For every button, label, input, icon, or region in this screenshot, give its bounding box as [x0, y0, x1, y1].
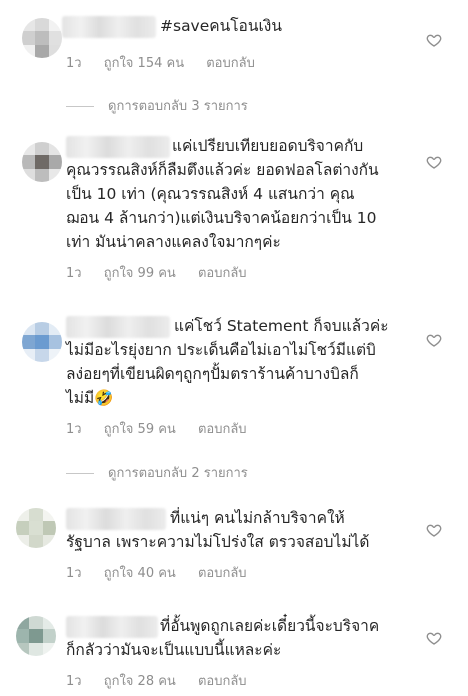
heart-icon[interactable] [426, 32, 442, 48]
comment-time: 1ว [66, 422, 82, 437]
avatar[interactable] [22, 142, 62, 182]
comment-1: #saveคนโอนเงิน 1ว ถูกใจ 154 คน ตอบกลับ [0, 0, 468, 80]
comment-text: ที่แน่ๆ คนไม่กล้าบริจาคให้ รัฐบาล เพราะค… [66, 509, 370, 551]
likes-count[interactable]: ถูกใจ 28 คน [104, 674, 176, 689]
reply-button[interactable]: ตอบกลับ [198, 266, 247, 281]
avatar[interactable] [22, 18, 62, 58]
comment-text: #saveคนโอนเงิน [160, 17, 282, 35]
comment-meta: 1ว ถูกใจ 99 คน ตอบกลับ [66, 262, 265, 283]
reply-button[interactable]: ตอบกลับ [206, 56, 255, 71]
divider-line [66, 106, 94, 107]
comment-5: ที่อั้นพูดถูกเลยค่ะเดี๋ยวนี้จะบริจาค ก็ก… [0, 606, 468, 696]
comment-meta: 1ว ถูกใจ 154 คน ตอบกลับ [66, 52, 273, 73]
comment-4: ที่แน่ๆ คนไม่กล้าบริจาคให้ รัฐบาล เพราะค… [0, 498, 468, 588]
comment-meta: 1ว ถูกใจ 28 คน ตอบกลับ [66, 670, 265, 691]
view-replies-link[interactable]: ดูการตอบกลับ 3 รายการ [66, 95, 248, 116]
heart-icon[interactable] [426, 154, 442, 170]
likes-count[interactable]: ถูกใจ 99 คน [104, 266, 176, 281]
comment-3: แค่โชว์ Statement ก็จบแล้วค่ะ ไม่มีอะไรย… [0, 306, 468, 439]
heart-icon[interactable] [426, 630, 442, 646]
comment-text: แค่เปรียบเทียบยอดบริจาคกับ คุณวรรณสิงห์ก… [66, 137, 379, 251]
comment-time: 1ว [66, 56, 82, 71]
comment-time: 1ว [66, 266, 82, 281]
comment-text: แค่โชว์ Statement ก็จบแล้วค่ะ ไม่มีอะไรย… [66, 317, 389, 407]
likes-count[interactable]: ถูกใจ 59 คน [104, 422, 176, 437]
reply-button[interactable]: ตอบกลับ [198, 422, 247, 437]
reply-button[interactable]: ตอบกลับ [198, 566, 247, 581]
view-replies-link[interactable]: ดูการตอบกลับ 2 รายการ [66, 462, 248, 483]
likes-count[interactable]: ถูกใจ 154 คน [104, 56, 184, 71]
username-blurred[interactable] [62, 16, 156, 38]
comment-meta: 1ว ถูกใจ 59 คน ตอบกลับ [66, 418, 265, 439]
comment-2: แค่เปรียบเทียบยอดบริจาคกับ คุณวรรณสิงห์ก… [0, 126, 468, 286]
heart-icon[interactable] [426, 522, 442, 538]
avatar[interactable] [16, 616, 56, 656]
avatar[interactable] [16, 508, 56, 548]
comment-time: 1ว [66, 674, 82, 689]
comment-time: 1ว [66, 566, 82, 581]
likes-count[interactable]: ถูกใจ 40 คน [104, 566, 176, 581]
divider-line [66, 473, 94, 474]
avatar[interactable] [22, 322, 62, 362]
heart-icon[interactable] [426, 332, 442, 348]
comment-text: ที่อั้นพูดถูกเลยค่ะเดี๋ยวนี้จะบริจาค ก็ก… [66, 617, 380, 659]
comment-meta: 1ว ถูกใจ 40 คน ตอบกลับ [66, 562, 265, 583]
reply-button[interactable]: ตอบกลับ [198, 674, 247, 689]
